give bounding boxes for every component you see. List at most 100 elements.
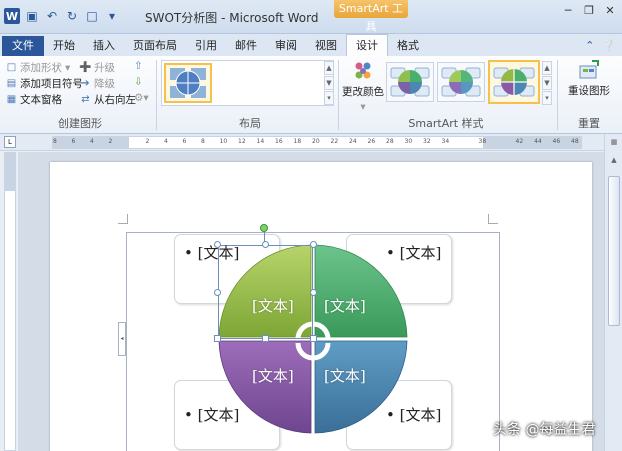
resize-handle[interactable] bbox=[262, 335, 269, 342]
card-bottom-right-text[interactable]: • [文本] bbox=[386, 404, 441, 425]
tab-page-layout[interactable]: 页面布局 bbox=[124, 36, 186, 56]
minimize-icon[interactable]: ─ bbox=[562, 4, 574, 17]
margin-corner-mark bbox=[118, 214, 128, 224]
restore-icon[interactable]: ❐ bbox=[583, 4, 595, 17]
rotation-handle[interactable] bbox=[260, 224, 268, 232]
collapse-ribbon-icon[interactable]: ⌃ bbox=[585, 39, 594, 52]
scroll-down-icon[interactable]: ▼ bbox=[324, 76, 334, 90]
move-down-icon[interactable]: ⇩ bbox=[134, 76, 143, 88]
tab-format[interactable]: 格式 bbox=[388, 36, 428, 56]
demote-icon: ➔ bbox=[81, 78, 90, 89]
window-controls: ─ ❐ ✕ bbox=[562, 4, 616, 17]
scroll-thumb[interactable] bbox=[608, 176, 620, 326]
expand-gallery-icon[interactable]: ▾ bbox=[324, 91, 334, 105]
promote-icon: ➕ bbox=[79, 62, 92, 73]
scroll-up-icon[interactable]: ▲ bbox=[542, 61, 552, 75]
resize-handle[interactable] bbox=[262, 241, 269, 248]
word-window: W ▣ ↶ ↻ □ ▾ SWOT分析图 - Microsoft Word Sma… bbox=[0, 0, 622, 451]
tab-design[interactable]: 设计 bbox=[346, 34, 388, 56]
scroll-up-icon[interactable]: ▲ bbox=[324, 61, 334, 75]
customize-toolbar-icon[interactable]: ▾ bbox=[104, 8, 120, 24]
ribbon-controls: ⌃ ❔ bbox=[585, 39, 616, 52]
card-top-right-text[interactable]: • [文本] bbox=[386, 242, 441, 263]
group-label-create: 创建图形 bbox=[58, 117, 102, 130]
horizontal-ruler-bar: L 8 6 4 2 2 4 6 8 10 12 14 16 18 20 22 24 26 28 30 32 34 38 42… bbox=[0, 134, 622, 151]
scroll-down-icon[interactable]: ▼ bbox=[542, 76, 552, 90]
resize-handle[interactable] bbox=[310, 289, 317, 296]
ruler-number: 38 bbox=[478, 138, 487, 145]
ruler-number: 26 bbox=[367, 138, 376, 145]
resize-handle[interactable] bbox=[214, 335, 221, 342]
new-document-icon[interactable]: □ bbox=[84, 8, 100, 24]
ruler-number: 30 bbox=[404, 138, 413, 145]
style-thumb-1[interactable] bbox=[386, 62, 434, 102]
ribbon-design: □ 添加形状 ▾ ▤ 添加项目符号 ▦ 文本窗格 ➕ 升级 ➔ 降级 ⇄ 从右向左… bbox=[0, 56, 622, 134]
ruler-number: 48 bbox=[571, 138, 579, 145]
style-1-icon bbox=[390, 67, 430, 97]
quadrant-top-right-text[interactable]: [文本] bbox=[324, 295, 366, 316]
quadrant-top-left-text[interactable]: [文本] bbox=[252, 295, 294, 316]
layout-options-icon[interactable]: ⚙▾ bbox=[134, 92, 149, 104]
undo-icon[interactable]: ↶ bbox=[44, 8, 60, 24]
tab-home[interactable]: 开始 bbox=[44, 36, 84, 56]
vertical-ruler[interactable] bbox=[4, 152, 16, 451]
scroll-up-icon[interactable]: ▲ bbox=[608, 156, 620, 168]
close-icon[interactable]: ✕ bbox=[604, 4, 616, 17]
vertical-scrollbar[interactable]: ▦ ▲ bbox=[604, 134, 622, 451]
ribbon-separator bbox=[338, 60, 339, 130]
style-thumb-3-selected[interactable] bbox=[488, 60, 540, 104]
resize-handle[interactable] bbox=[310, 241, 317, 248]
add-bullet-icon: ▤ bbox=[6, 78, 17, 89]
tab-insert[interactable]: 插入 bbox=[84, 36, 124, 56]
ruler-number: 34 bbox=[441, 138, 450, 145]
text-pane-icon: ▦ bbox=[6, 94, 17, 105]
horizontal-ruler[interactable]: 8 6 4 2 2 4 6 8 10 12 14 16 18 20 22 24 26 28 30 32 34 38 42 44… bbox=[52, 136, 582, 149]
smartart-tools-label: SmartArt 工具 bbox=[334, 0, 408, 33]
add-bullet-button[interactable]: ▤ 添加项目符号 bbox=[6, 76, 83, 91]
ruler-number: 28 bbox=[386, 138, 394, 145]
text-pane-button[interactable]: ▦ 文本窗格 bbox=[6, 92, 62, 107]
tab-review[interactable]: 审阅 bbox=[266, 36, 306, 56]
tab-mailings[interactable]: 邮件 bbox=[226, 36, 266, 56]
style-3-icon bbox=[493, 67, 535, 97]
save-icon[interactable]: ▣ bbox=[24, 8, 40, 24]
help-icon[interactable]: ❔ bbox=[602, 39, 616, 52]
tab-references[interactable]: 引用 bbox=[186, 36, 226, 56]
add-shape-button[interactable]: □ 添加形状 ▾ bbox=[6, 60, 71, 75]
ruler-right-margin bbox=[483, 137, 581, 148]
right-to-left-icon: ⇄ bbox=[81, 94, 90, 105]
resize-handle[interactable] bbox=[214, 289, 221, 296]
ruler-number: 6 bbox=[71, 138, 76, 145]
ruler-number: 14 bbox=[256, 138, 265, 145]
word-app-icon[interactable]: W bbox=[4, 8, 20, 24]
ruler-top-margin bbox=[5, 153, 15, 191]
layout-thumb-matrix[interactable] bbox=[164, 63, 212, 103]
quadrant-bottom-right-text[interactable]: [文本] bbox=[324, 365, 366, 386]
styles-gallery-scroll: ▲ ▼ ▾ bbox=[542, 61, 552, 105]
style-2-icon bbox=[441, 67, 481, 97]
change-colors-button[interactable]: 更改颜色 ▾ bbox=[342, 60, 384, 113]
reset-graphic-button[interactable]: 重设图形 bbox=[560, 60, 618, 98]
title-bar: W ▣ ↶ ↻ □ ▾ SWOT分析图 - Microsoft Word Sma… bbox=[0, 0, 622, 34]
expand-gallery-icon[interactable]: ▾ bbox=[542, 91, 552, 105]
redo-icon[interactable]: ↻ bbox=[64, 8, 80, 24]
right-to-left-button[interactable]: ⇄ 从右向左 bbox=[80, 92, 136, 107]
window-title: SWOT分析图 - Microsoft Word bbox=[145, 11, 319, 25]
resize-handle[interactable] bbox=[310, 335, 317, 342]
quadrant-bottom-left-text[interactable]: [文本] bbox=[252, 365, 294, 386]
card-top-left-text[interactable]: • [文本] bbox=[184, 242, 239, 263]
text-pane-toggle[interactable]: ◂ bbox=[118, 322, 126, 356]
style-thumb-2[interactable] bbox=[437, 62, 485, 102]
change-colors-icon bbox=[355, 62, 371, 79]
ruler-toggle-icon[interactable]: ▦ bbox=[608, 138, 620, 150]
tab-selector-button[interactable]: L bbox=[4, 136, 16, 148]
tab-file[interactable]: 文件 bbox=[2, 36, 44, 56]
ribbon-separator bbox=[557, 60, 558, 130]
ruler-number: 12 bbox=[238, 138, 246, 145]
move-up-icon[interactable]: ⇧ bbox=[134, 60, 143, 72]
ruler-number: 42 bbox=[515, 138, 524, 145]
tab-view[interactable]: 视图 bbox=[306, 36, 346, 56]
demote-button[interactable]: ➔ 降级 bbox=[80, 76, 115, 91]
promote-button[interactable]: ➕ 升级 bbox=[79, 60, 115, 75]
card-bottom-left-text[interactable]: • [文本] bbox=[184, 404, 239, 425]
